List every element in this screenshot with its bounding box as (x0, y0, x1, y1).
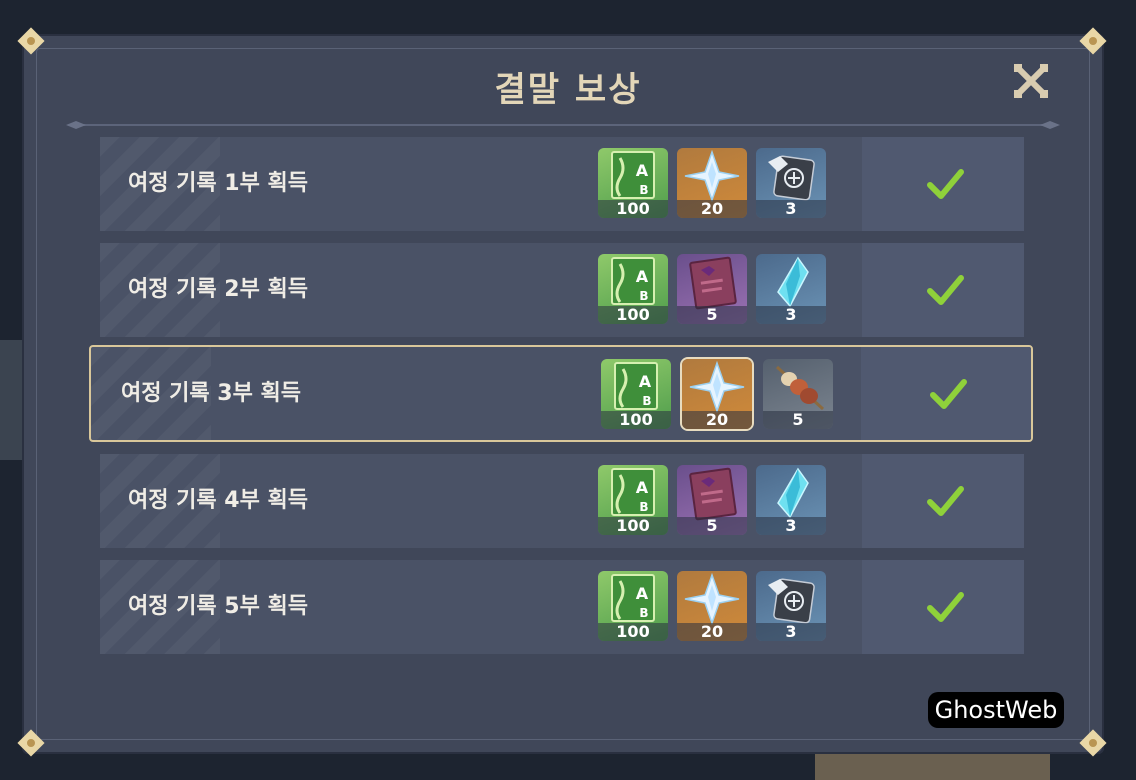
title-divider (66, 114, 1060, 129)
reward-quantity: 3 (756, 623, 826, 641)
reward-item[interactable]: 3 (756, 465, 826, 535)
svg-text:A: A (636, 161, 649, 180)
reward-item[interactable]: A B 100 (601, 359, 671, 429)
reward-item[interactable]: 3 (756, 148, 826, 218)
reward-item[interactable]: A B 100 (598, 465, 668, 535)
reward-quantity: 20 (677, 623, 747, 641)
meat-skewer-icon (763, 359, 833, 415)
experience-book-icon: AB (601, 359, 671, 415)
purple-book-icon (677, 254, 747, 310)
reward-quantity: 100 (598, 517, 668, 535)
weapon-ore-icon (756, 571, 826, 627)
close-icon (1013, 63, 1049, 99)
reward-quantity: 20 (677, 200, 747, 218)
reward-quantity: 100 (598, 306, 668, 324)
weapon-ore-icon (756, 148, 826, 204)
svg-text:A: A (639, 372, 652, 391)
purple-book-icon (677, 465, 747, 521)
reward-item[interactable]: 20 (677, 571, 747, 641)
experience-book-icon: AB (598, 148, 668, 204)
reward-item[interactable]: A B 100 (598, 148, 668, 218)
checkmark-icon (924, 269, 966, 311)
experience-book-icon: AB (598, 465, 668, 521)
reward-item[interactable]: 5 (763, 359, 833, 429)
reward-item[interactable]: 3 (756, 571, 826, 641)
reward-item[interactable]: A B 100 (598, 254, 668, 324)
reward-quantity: 3 (756, 200, 826, 218)
reward-item[interactable]: 5 (677, 254, 747, 324)
reward-row[interactable]: 여정 기록 5부 획득 A B 100 20 3 (100, 560, 1024, 654)
checkmark-icon (924, 586, 966, 628)
reward-item[interactable]: 20 (682, 359, 752, 429)
reward-row[interactable]: 여정 기록 4부 획득 A B 100 5 3 (100, 454, 1024, 548)
reward-quantity: 100 (601, 411, 671, 429)
reward-item[interactable]: A B 100 (598, 571, 668, 641)
crystal-shard-icon (756, 465, 826, 521)
experience-book-icon: AB (598, 254, 668, 310)
reward-quantity: 3 (756, 306, 826, 324)
reward-row[interactable]: 여정 기록 3부 획득 A B 100 20 5 (89, 345, 1033, 442)
svg-text:A: A (636, 584, 649, 603)
primogem-icon (677, 148, 747, 204)
reward-quantity: 20 (682, 411, 752, 429)
dialog-title: 결말 보상 (494, 70, 642, 110)
svg-text:A: A (636, 267, 649, 286)
reward-item[interactable]: 5 (677, 465, 747, 535)
row-label: 여정 기록 5부 획득 (128, 594, 308, 619)
reward-row[interactable]: 여정 기록 2부 획득 A B 100 5 3 (100, 243, 1024, 337)
reward-quantity: 100 (598, 200, 668, 218)
svg-text:B: B (639, 289, 648, 303)
reward-item[interactable]: 3 (756, 254, 826, 324)
svg-text:B: B (639, 183, 648, 197)
svg-text:B: B (639, 500, 648, 514)
checkmark-icon (924, 163, 966, 205)
reward-quantity: 5 (677, 306, 747, 324)
reward-quantity: 100 (598, 623, 668, 641)
svg-text:B: B (639, 606, 648, 620)
checkmark-icon (927, 373, 969, 415)
reward-item[interactable]: 20 (677, 148, 747, 218)
reward-quantity: 3 (756, 517, 826, 535)
row-label: 여정 기록 1부 획득 (128, 171, 308, 196)
checkmark-icon (924, 480, 966, 522)
reward-quantity: 5 (763, 411, 833, 429)
reward-row[interactable]: 여정 기록 1부 획득 A B 100 20 3 (100, 137, 1024, 231)
corner-ornament-icon (1078, 728, 1108, 758)
row-label: 여정 기록 3부 획득 (121, 381, 301, 406)
corner-ornament-icon (16, 728, 46, 758)
row-label: 여정 기록 4부 획득 (128, 488, 308, 513)
reward-quantity: 5 (677, 517, 747, 535)
corner-ornament-icon (1078, 26, 1108, 56)
crystal-shard-icon (756, 254, 826, 310)
experience-book-icon: AB (598, 571, 668, 627)
watermark: GhostWeb (928, 692, 1064, 728)
close-button[interactable] (1012, 62, 1050, 100)
svg-text:B: B (642, 394, 651, 408)
svg-text:A: A (636, 478, 649, 497)
row-label: 여정 기록 2부 획득 (128, 277, 308, 302)
corner-ornament-icon (16, 26, 46, 56)
primogem-icon (682, 359, 752, 415)
primogem-icon (677, 571, 747, 627)
